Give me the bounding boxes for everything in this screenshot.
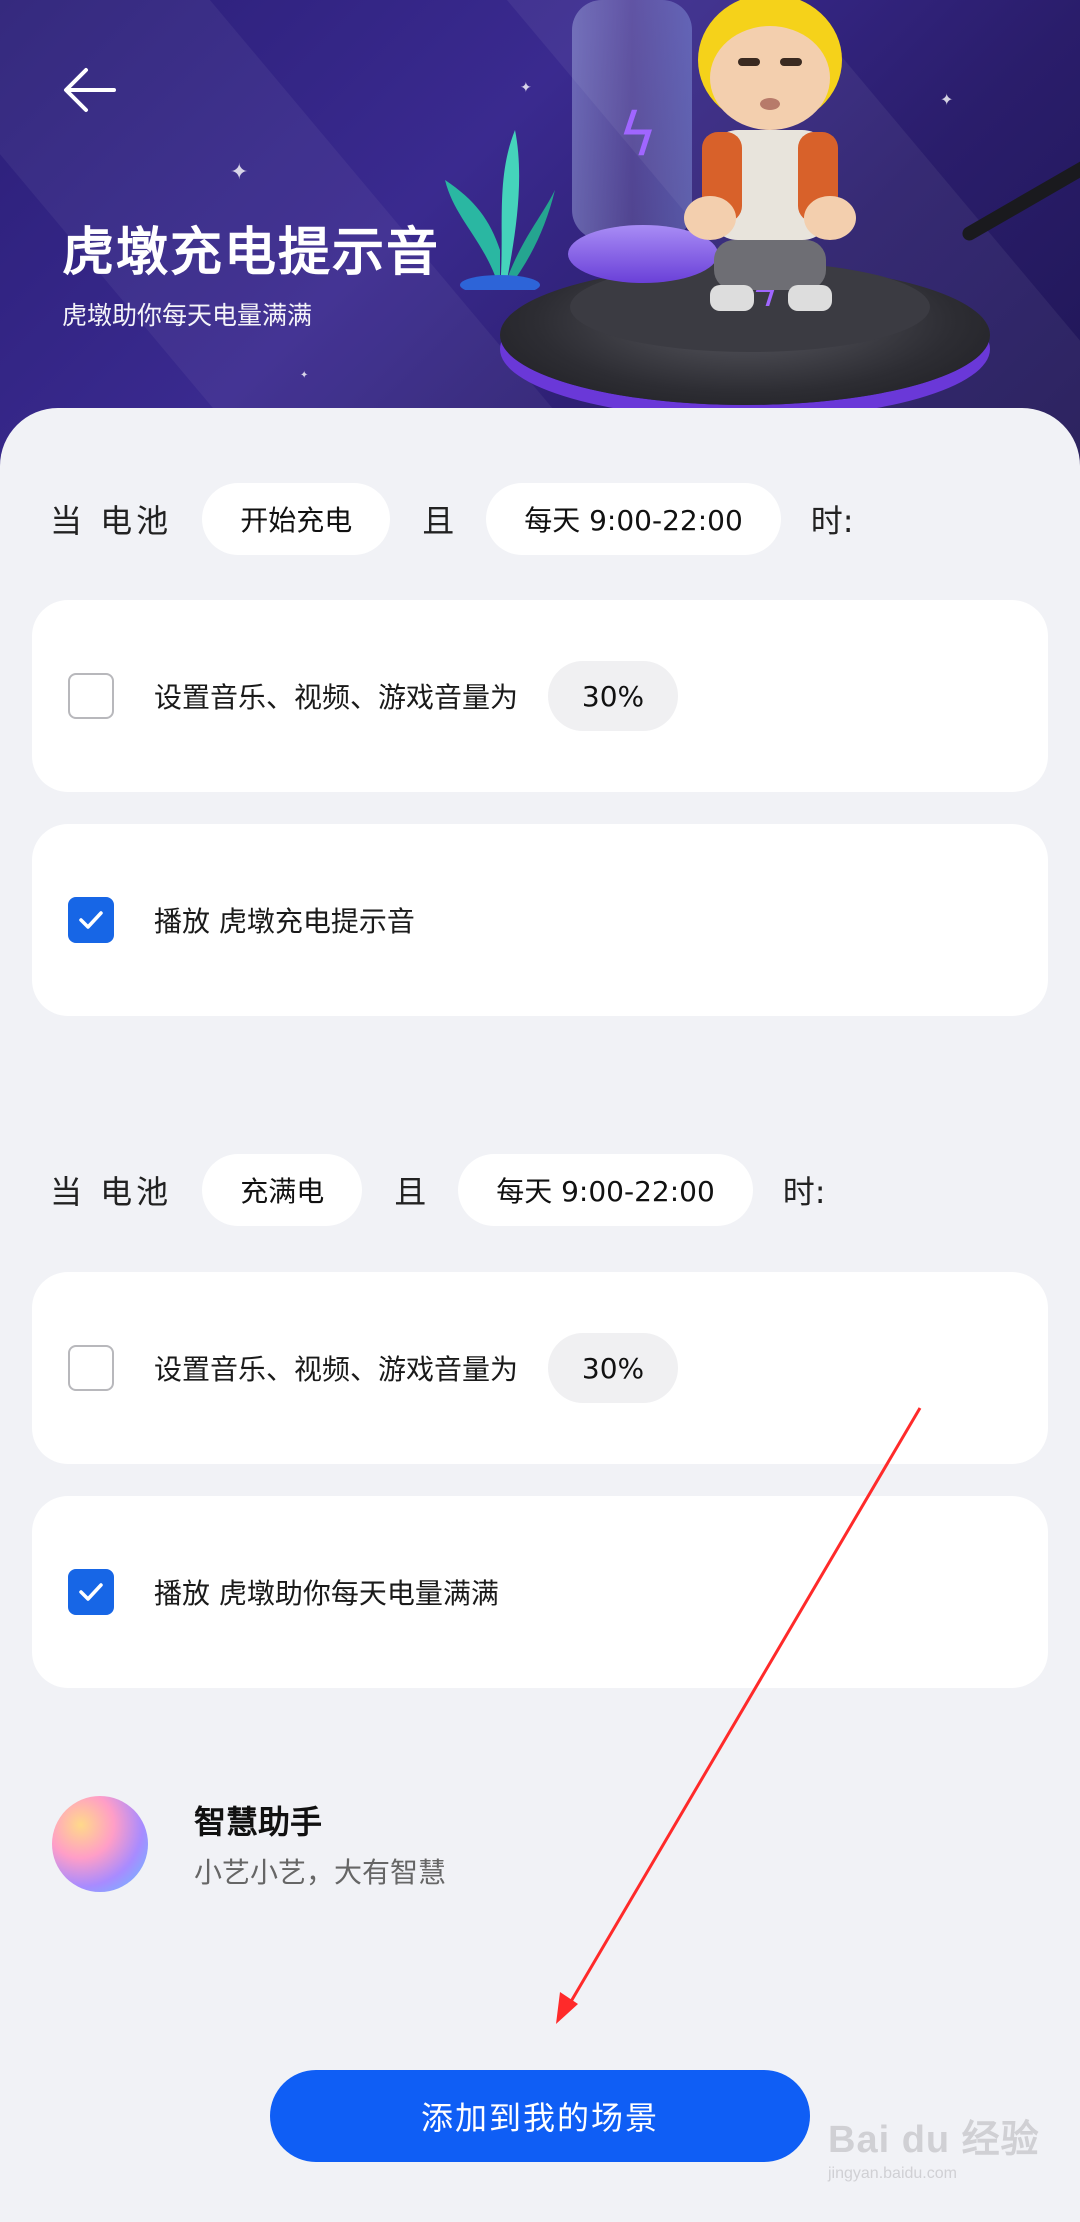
checkmark-icon: [79, 911, 103, 929]
action-label: 设置音乐、视频、游戏音量为: [154, 681, 519, 714]
condition-suffix: 时:: [810, 502, 854, 540]
star-icon: ✦: [940, 90, 954, 109]
huddun-character-illustration: [684, 0, 856, 311]
watermark-main: Bai du 经验: [828, 2119, 1040, 2161]
condition-and: 且: [422, 502, 455, 540]
assistant-name: 智慧助手: [194, 1803, 323, 1841]
checkbox-play-sound[interactable]: [68, 1569, 114, 1615]
schedule-pill[interactable]: 每天 9:00-22:00: [458, 1154, 753, 1226]
volume-value-pill[interactable]: 30%: [548, 1333, 679, 1403]
star-icon: ✦: [520, 80, 532, 96]
checkbox-volume[interactable]: [68, 1345, 114, 1391]
volume-value-pill[interactable]: 30%: [548, 661, 679, 731]
condition-and: 且: [394, 1173, 427, 1211]
assistant-info: 智慧助手 小艺小艺，大有智慧: [52, 1794, 446, 1894]
add-to-my-scenes-button[interactable]: 添加到我的场景: [270, 2070, 810, 2162]
star-icon: ✦: [230, 160, 249, 185]
action-label: 播放 虎墩充电提示音: [154, 905, 415, 938]
schedule-pill[interactable]: 每天 9:00-22:00: [486, 483, 781, 555]
page-title: 虎墩充电提示音: [62, 223, 441, 283]
action-label: 设置音乐、视频、游戏音量为: [154, 1353, 519, 1386]
star-icon: ✦: [300, 370, 309, 381]
action-card-play-sound: 播放 虎墩充电提示音: [32, 824, 1048, 1016]
action-card-volume: 设置音乐、视频、游戏音量为 30%: [32, 600, 1048, 792]
charging-cable: [959, 130, 1080, 244]
condition-row-charging: 当 电池 开始充电 且 每天 9:00-22:00 时:: [0, 483, 854, 555]
condition-suffix: 时:: [782, 1173, 826, 1211]
action-label: 播放 虎墩助你每天电量满满: [154, 1577, 499, 1610]
condition-prefix: 当 电池: [50, 1173, 173, 1211]
checkbox-volume[interactable]: [68, 673, 114, 719]
watermark-sub: jingyan.baidu.com: [828, 2165, 957, 2182]
assistant-orb-icon: [52, 1796, 148, 1892]
assistant-slogan: 小艺小艺，大有智慧: [194, 1856, 447, 1889]
plant-illustration: [445, 130, 555, 290]
baidu-watermark: Bai du 经验 jingyan.baidu.com: [828, 2108, 1048, 2198]
trigger-pill-start-charging[interactable]: 开始充电: [202, 483, 391, 555]
action-card-volume: 设置音乐、视频、游戏音量为 30%: [32, 1272, 1048, 1464]
checkmark-icon: [79, 1583, 103, 1601]
page-subtitle: 虎墩助你每天电量满满: [62, 301, 313, 330]
condition-row-full: 当 电池 充满电 且 每天 9:00-22:00 时:: [0, 1154, 826, 1226]
checkbox-play-sound[interactable]: [68, 897, 114, 943]
condition-prefix: 当 电池: [50, 502, 173, 540]
trigger-pill-fully-charged[interactable]: 充满电: [202, 1154, 363, 1226]
action-card-play-sound: 播放 虎墩助你每天电量满满: [32, 1496, 1048, 1688]
back-arrow-icon: [64, 68, 116, 112]
back-button[interactable]: [52, 50, 132, 130]
